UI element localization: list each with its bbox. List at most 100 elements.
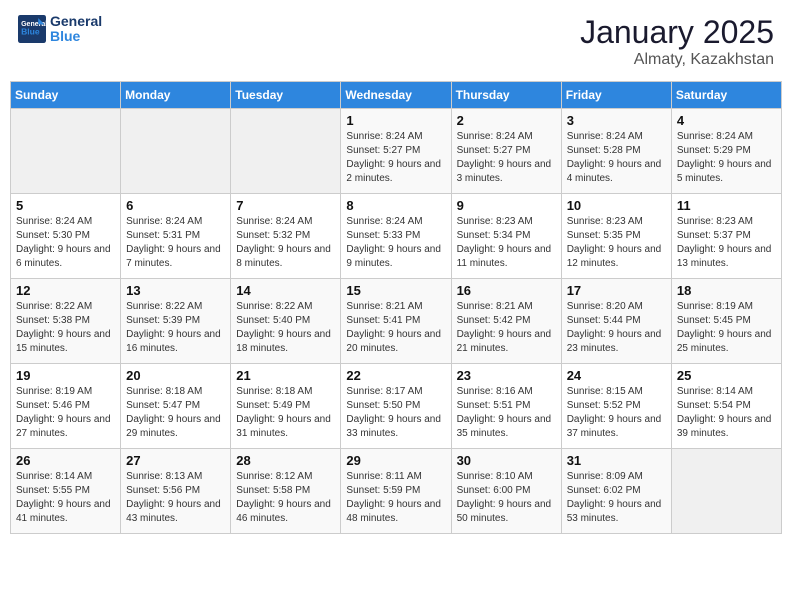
day-info: Sunrise: 8:21 AMSunset: 5:41 PMDaylight:… [346,300,445,356]
day-number: 23 [457,368,556,383]
day-info: Sunrise: 8:11 AMSunset: 5:59 PMDaylight:… [346,470,445,526]
calendar-cell: 3 Sunrise: 8:24 AMSunset: 5:28 PMDayligh… [561,109,671,194]
calendar-cell [671,449,781,534]
calendar-cell: 10 Sunrise: 8:23 AMSunset: 5:35 PMDaylig… [561,194,671,279]
day-info: Sunrise: 8:19 AMSunset: 5:45 PMDaylight:… [677,300,776,356]
day-info: Sunrise: 8:24 AMSunset: 5:33 PMDaylight:… [346,215,445,271]
calendar-cell: 22 Sunrise: 8:17 AMSunset: 5:50 PMDaylig… [341,364,451,449]
calendar-cell: 5 Sunrise: 8:24 AMSunset: 5:30 PMDayligh… [11,194,121,279]
day-number: 30 [457,453,556,468]
day-info: Sunrise: 8:24 AMSunset: 5:28 PMDaylight:… [567,130,666,186]
day-info: Sunrise: 8:13 AMSunset: 5:56 PMDaylight:… [126,470,225,526]
calendar-table: SundayMondayTuesdayWednesdayThursdayFrid… [10,81,782,534]
day-number: 8 [346,198,445,213]
calendar-cell: 26 Sunrise: 8:14 AMSunset: 5:55 PMDaylig… [11,449,121,534]
day-number: 7 [236,198,335,213]
calendar-cell: 27 Sunrise: 8:13 AMSunset: 5:56 PMDaylig… [121,449,231,534]
day-info: Sunrise: 8:09 AMSunset: 6:02 PMDaylight:… [567,470,666,526]
calendar-cell: 14 Sunrise: 8:22 AMSunset: 5:40 PMDaylig… [231,279,341,364]
day-info: Sunrise: 8:24 AMSunset: 5:30 PMDaylight:… [16,215,115,271]
day-info: Sunrise: 8:18 AMSunset: 5:47 PMDaylight:… [126,385,225,441]
logo: General Blue General Blue [18,14,102,45]
day-number: 14 [236,283,335,298]
title-block: January 2025 Almaty, Kazakhstan [580,14,774,69]
logo-icon: General Blue [18,15,46,43]
col-header-thursday: Thursday [451,82,561,109]
day-number: 21 [236,368,335,383]
day-number: 29 [346,453,445,468]
location-title: Almaty, Kazakhstan [580,51,774,69]
day-info: Sunrise: 8:24 AMSunset: 5:32 PMDaylight:… [236,215,335,271]
calendar-cell: 6 Sunrise: 8:24 AMSunset: 5:31 PMDayligh… [121,194,231,279]
calendar-cell: 30 Sunrise: 8:10 AMSunset: 6:00 PMDaylig… [451,449,561,534]
calendar-cell: 25 Sunrise: 8:14 AMSunset: 5:54 PMDaylig… [671,364,781,449]
day-info: Sunrise: 8:22 AMSunset: 5:38 PMDaylight:… [16,300,115,356]
col-header-monday: Monday [121,82,231,109]
page-header: General Blue General Blue January 2025 A… [10,10,782,73]
calendar-cell: 20 Sunrise: 8:18 AMSunset: 5:47 PMDaylig… [121,364,231,449]
day-info: Sunrise: 8:24 AMSunset: 5:31 PMDaylight:… [126,215,225,271]
col-header-tuesday: Tuesday [231,82,341,109]
day-number: 25 [677,368,776,383]
day-info: Sunrise: 8:24 AMSunset: 5:29 PMDaylight:… [677,130,776,186]
logo-text: General Blue [50,14,102,45]
day-number: 15 [346,283,445,298]
day-number: 24 [567,368,666,383]
day-info: Sunrise: 8:24 AMSunset: 5:27 PMDaylight:… [346,130,445,186]
day-number: 12 [16,283,115,298]
day-number: 3 [567,113,666,128]
svg-text:Blue: Blue [21,27,40,37]
day-number: 6 [126,198,225,213]
calendar-cell: 2 Sunrise: 8:24 AMSunset: 5:27 PMDayligh… [451,109,561,194]
day-info: Sunrise: 8:23 AMSunset: 5:37 PMDaylight:… [677,215,776,271]
day-info: Sunrise: 8:23 AMSunset: 5:34 PMDaylight:… [457,215,556,271]
day-number: 10 [567,198,666,213]
day-info: Sunrise: 8:18 AMSunset: 5:49 PMDaylight:… [236,385,335,441]
calendar-cell: 21 Sunrise: 8:18 AMSunset: 5:49 PMDaylig… [231,364,341,449]
calendar-cell: 13 Sunrise: 8:22 AMSunset: 5:39 PMDaylig… [121,279,231,364]
day-info: Sunrise: 8:14 AMSunset: 5:54 PMDaylight:… [677,385,776,441]
day-info: Sunrise: 8:23 AMSunset: 5:35 PMDaylight:… [567,215,666,271]
day-info: Sunrise: 8:19 AMSunset: 5:46 PMDaylight:… [16,385,115,441]
calendar-cell: 31 Sunrise: 8:09 AMSunset: 6:02 PMDaylig… [561,449,671,534]
day-number: 20 [126,368,225,383]
calendar-cell: 9 Sunrise: 8:23 AMSunset: 5:34 PMDayligh… [451,194,561,279]
calendar-cell [231,109,341,194]
calendar-cell [121,109,231,194]
day-number: 9 [457,198,556,213]
day-number: 13 [126,283,225,298]
day-info: Sunrise: 8:14 AMSunset: 5:55 PMDaylight:… [16,470,115,526]
day-number: 26 [16,453,115,468]
day-info: Sunrise: 8:10 AMSunset: 6:00 PMDaylight:… [457,470,556,526]
calendar-cell: 1 Sunrise: 8:24 AMSunset: 5:27 PMDayligh… [341,109,451,194]
day-number: 31 [567,453,666,468]
calendar-cell: 12 Sunrise: 8:22 AMSunset: 5:38 PMDaylig… [11,279,121,364]
month-title: January 2025 [580,14,774,51]
calendar-cell: 4 Sunrise: 8:24 AMSunset: 5:29 PMDayligh… [671,109,781,194]
day-number: 22 [346,368,445,383]
calendar-cell: 28 Sunrise: 8:12 AMSunset: 5:58 PMDaylig… [231,449,341,534]
calendar-cell: 29 Sunrise: 8:11 AMSunset: 5:59 PMDaylig… [341,449,451,534]
calendar-cell: 15 Sunrise: 8:21 AMSunset: 5:41 PMDaylig… [341,279,451,364]
col-header-friday: Friday [561,82,671,109]
day-info: Sunrise: 8:22 AMSunset: 5:40 PMDaylight:… [236,300,335,356]
calendar-cell: 17 Sunrise: 8:20 AMSunset: 5:44 PMDaylig… [561,279,671,364]
day-number: 17 [567,283,666,298]
day-number: 1 [346,113,445,128]
day-info: Sunrise: 8:12 AMSunset: 5:58 PMDaylight:… [236,470,335,526]
col-header-sunday: Sunday [11,82,121,109]
day-info: Sunrise: 8:24 AMSunset: 5:27 PMDaylight:… [457,130,556,186]
day-number: 5 [16,198,115,213]
day-number: 19 [16,368,115,383]
day-info: Sunrise: 8:17 AMSunset: 5:50 PMDaylight:… [346,385,445,441]
calendar-cell: 8 Sunrise: 8:24 AMSunset: 5:33 PMDayligh… [341,194,451,279]
calendar-cell [11,109,121,194]
calendar-cell: 7 Sunrise: 8:24 AMSunset: 5:32 PMDayligh… [231,194,341,279]
day-info: Sunrise: 8:16 AMSunset: 5:51 PMDaylight:… [457,385,556,441]
day-number: 4 [677,113,776,128]
day-number: 2 [457,113,556,128]
calendar-cell: 16 Sunrise: 8:21 AMSunset: 5:42 PMDaylig… [451,279,561,364]
day-info: Sunrise: 8:21 AMSunset: 5:42 PMDaylight:… [457,300,556,356]
day-info: Sunrise: 8:15 AMSunset: 5:52 PMDaylight:… [567,385,666,441]
col-header-saturday: Saturday [671,82,781,109]
